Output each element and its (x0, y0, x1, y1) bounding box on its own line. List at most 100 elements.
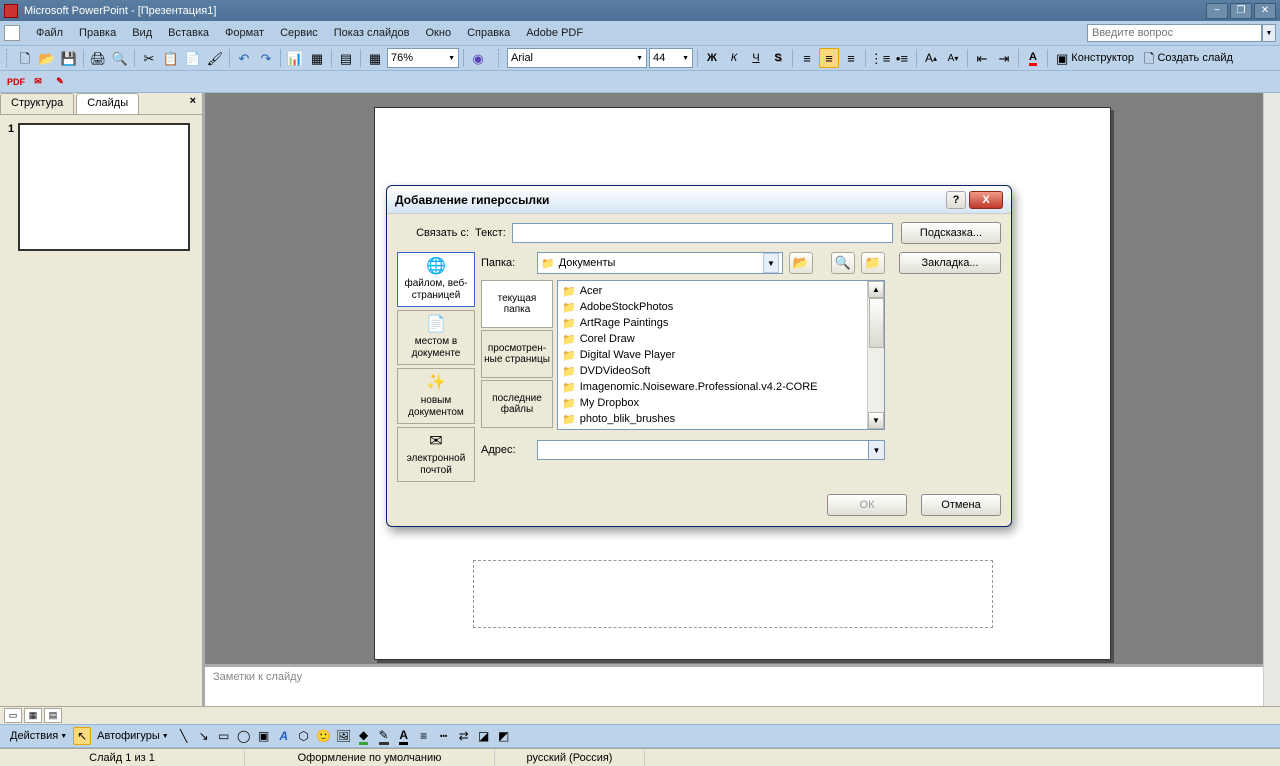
file-list-scrollbar[interactable]: ▲ ▼ (867, 281, 884, 429)
pdf-review-button[interactable]: ✎ (50, 72, 70, 92)
menu-help[interactable]: Справка (459, 27, 518, 39)
pdf-convert-button[interactable]: PDF (6, 72, 26, 92)
subnav-current-folder[interactable]: текущая папка (481, 280, 553, 328)
line-color-button[interactable]: ✎ (375, 727, 393, 745)
subnav-recent-files[interactable]: последние файлы (481, 380, 553, 428)
list-item[interactable]: 📁photo_blik_brushes (562, 411, 880, 427)
clipart-button[interactable]: 🙂 (315, 727, 333, 745)
font-color-button[interactable]: A (1023, 48, 1043, 68)
autoshapes-menu[interactable]: Автофигуры▼ (93, 726, 173, 746)
maximize-button[interactable]: ❐ (1230, 3, 1252, 19)
select-tool[interactable]: ↖ (73, 727, 91, 745)
underline-button[interactable]: Ч (746, 48, 766, 68)
app-menu-icon[interactable] (4, 25, 20, 41)
wordart-button[interactable]: A (275, 727, 293, 745)
vertical-scrollbar[interactable] (1263, 93, 1280, 706)
slide-designer-button[interactable]: ▣Конструктор (1052, 48, 1138, 68)
browse-web-button[interactable]: 🔍 (831, 252, 855, 274)
font-name-combo[interactable]: Arial▼ (507, 48, 647, 68)
insert-chart-button[interactable]: 📊 (285, 48, 305, 68)
help-search-dropdown[interactable]: ▼ (1262, 24, 1276, 42)
open-button[interactable]: 📂 (37, 48, 57, 68)
save-button[interactable]: 💾 (59, 48, 79, 68)
print-preview-button[interactable]: 🔍 (110, 48, 130, 68)
link-target-place[interactable]: 📄 местом в документе (397, 310, 475, 365)
link-target-email[interactable]: ✉ электронной почтой (397, 427, 475, 482)
list-item[interactable]: 📁ArtRage Paintings (562, 315, 880, 331)
increase-font-button[interactable]: A▴ (921, 48, 941, 68)
list-item[interactable]: 📁DVDVideoSoft (562, 363, 880, 379)
shadow-button[interactable]: S (768, 48, 788, 68)
text-placeholder[interactable] (473, 560, 993, 628)
menu-tools[interactable]: Сервис (272, 27, 326, 39)
numbered-list-button[interactable]: ⋮≡ (870, 48, 890, 68)
list-item[interactable]: 📁My Dropbox (562, 395, 880, 411)
menu-window[interactable]: Окно (418, 27, 460, 39)
close-button[interactable]: ✕ (1254, 3, 1276, 19)
folder-dropdown-icon[interactable]: ▼ (763, 253, 779, 273)
rectangle-tool[interactable]: ▭ (215, 727, 233, 745)
dialog-help-button[interactable]: ? (946, 191, 966, 209)
folder-combo[interactable]: 📁 Документы ▼ (537, 252, 783, 274)
bold-button[interactable]: Ж (702, 48, 722, 68)
help-button[interactable]: ◉ (468, 48, 488, 68)
print-button[interactable]: 🖨 (88, 48, 108, 68)
new-doc-button[interactable]: 🗋 (15, 48, 35, 68)
bulleted-list-button[interactable]: •≡ (892, 48, 912, 68)
cut-button[interactable]: ✂ (139, 48, 159, 68)
pdf-mail-button[interactable]: ✉ (28, 72, 48, 92)
align-right-button[interactable]: ≡ (841, 48, 861, 68)
arrow-style-button[interactable]: ⇄ (455, 727, 473, 745)
cancel-button[interactable]: Отмена (921, 494, 1001, 516)
line-style-button[interactable]: ≡ (415, 727, 433, 745)
italic-button[interactable]: К (724, 48, 744, 68)
text-input[interactable] (512, 223, 893, 243)
bookmark-button[interactable]: Закладка... (899, 252, 1001, 274)
paste-button[interactable]: 📄 (183, 48, 203, 68)
new-slide-button[interactable]: 🗋Создать слайд (1140, 48, 1237, 68)
sorter-view-button[interactable]: ▦ (24, 708, 42, 723)
list-item[interactable]: 📁AdobeStockPhotos (562, 299, 880, 315)
3d-style-button[interactable]: ◩ (495, 727, 513, 745)
tab-slides[interactable]: Слайды (76, 93, 139, 114)
shadow-style-button[interactable]: ◪ (475, 727, 493, 745)
hint-button[interactable]: Подсказка... (901, 222, 1001, 244)
menu-slideshow[interactable]: Показ слайдов (326, 27, 418, 39)
browse-file-button[interactable]: 📁 (861, 252, 885, 274)
font-size-combo[interactable]: 44▼ (649, 48, 693, 68)
link-target-file-web[interactable]: 🌐 файлом, веб-страницей (397, 252, 475, 307)
copy-button[interactable]: 📋 (161, 48, 181, 68)
font-color-draw-button[interactable]: A (395, 727, 413, 745)
arrow-tool[interactable]: ↘ (195, 727, 213, 745)
link-target-newdoc[interactable]: ✨ новым документом (397, 368, 475, 423)
redo-button[interactable]: ↷ (256, 48, 276, 68)
dialog-close-button[interactable]: X (969, 191, 1003, 209)
close-pane-button[interactable]: × (184, 93, 202, 114)
align-left-button[interactable]: ≡ (797, 48, 817, 68)
slideshow-view-button[interactable]: ▤ (44, 708, 62, 723)
slide-thumbnail-1[interactable] (18, 123, 190, 251)
dialog-title-bar[interactable]: Добавление гиперссылки ? X (387, 186, 1011, 214)
decrease-font-button[interactable]: A▾ (943, 48, 963, 68)
menu-adobe-pdf[interactable]: Adobe PDF (518, 27, 591, 39)
menu-file[interactable]: Файл (28, 27, 71, 39)
normal-view-button[interactable]: ▭ (4, 708, 22, 723)
notes-pane[interactable]: Заметки к слайду (205, 664, 1280, 706)
address-input[interactable] (537, 440, 868, 460)
list-item[interactable]: 📁R-TT (562, 427, 880, 430)
undo-button[interactable]: ↶ (234, 48, 254, 68)
tab-structure[interactable]: Структура (0, 93, 74, 114)
fill-color-button[interactable]: ◆ (355, 727, 373, 745)
menu-insert[interactable]: Вставка (160, 27, 217, 39)
increase-indent-button[interactable]: ⇥ (994, 48, 1014, 68)
menu-format[interactable]: Формат (217, 27, 272, 39)
help-search-input[interactable] (1087, 24, 1262, 42)
decrease-indent-button[interactable]: ⇤ (972, 48, 992, 68)
list-item[interactable]: 📁Acer (562, 283, 880, 299)
file-list[interactable]: 📁Acer 📁AdobeStockPhotos 📁ArtRage Paintin… (557, 280, 885, 430)
line-tool[interactable]: ╲ (175, 727, 193, 745)
insert-table-button[interactable]: ▦ (307, 48, 327, 68)
textbox-tool[interactable]: ▣ (255, 727, 273, 745)
align-center-button[interactable]: ≡ (819, 48, 839, 68)
ok-button[interactable]: ОК (827, 494, 907, 516)
